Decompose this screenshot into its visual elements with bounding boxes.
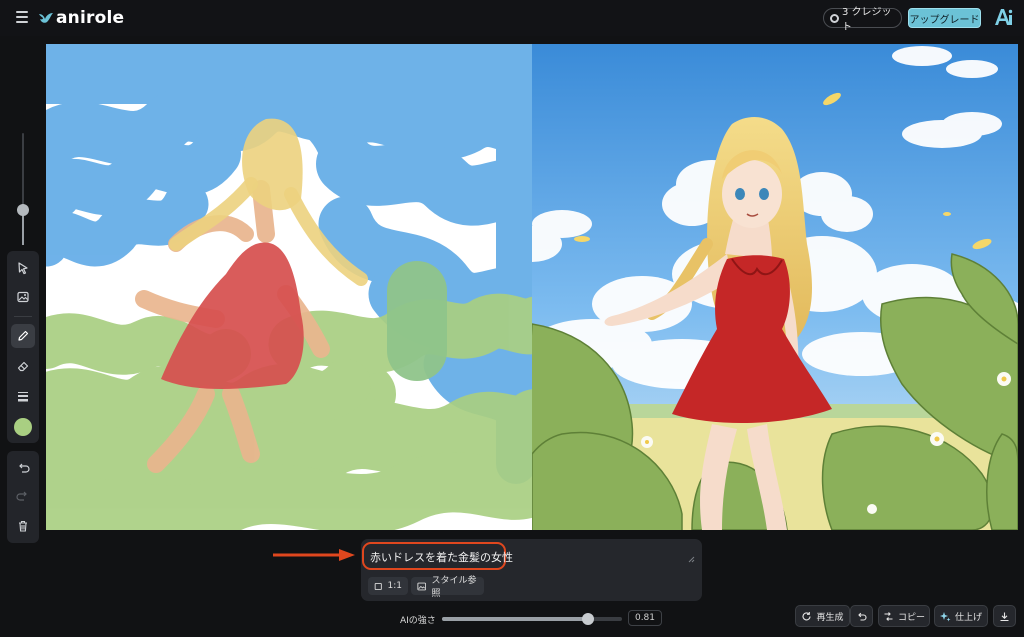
sketch-drawing (46, 44, 532, 530)
copy-button[interactable]: コピー (878, 605, 930, 627)
ai-strength-fill (442, 617, 588, 621)
generated-image[interactable] (532, 44, 1018, 530)
refresh-icon (803, 611, 812, 620)
aspect-ratio-label: 1:1 (387, 581, 402, 591)
bird-icon (39, 13, 53, 23)
brush-size-fill (22, 211, 24, 245)
trash-icon (19, 520, 27, 532)
arrow-annotation (273, 549, 355, 561)
delete-button[interactable] (11, 514, 35, 538)
upgrade-button[interactable]: アップグレード (908, 8, 981, 28)
brush-size-knob[interactable] (17, 204, 29, 216)
logo-text: anirole (56, 8, 125, 28)
image-icon (417, 582, 427, 590)
ai-strength-slider[interactable] (442, 613, 622, 625)
credit-coin-icon (830, 13, 839, 23)
aspect-ratio-button[interactable]: 1:1 (368, 577, 408, 595)
undo-button[interactable] (11, 456, 35, 480)
line-width-button[interactable] (11, 384, 35, 408)
sparkle-icon (939, 611, 951, 621)
app-logo[interactable]: anirole (38, 7, 124, 29)
finish-label: 仕上げ (954, 612, 982, 623)
cursor-icon (18, 262, 28, 275)
redo-button[interactable] (11, 484, 35, 508)
eraser-icon (17, 361, 29, 372)
tool-group (7, 251, 39, 443)
compare-icon (884, 611, 893, 621)
style-reference-label: スタイル参照 (431, 576, 477, 599)
history-group (7, 451, 39, 543)
ai-logo-icon[interactable] (993, 6, 1013, 28)
top-bar: anirole 3 クレジット アップグレード (0, 0, 1024, 36)
credits-label: 3 クレジット (841, 7, 892, 33)
pencil-icon (18, 330, 29, 341)
eraser-tool-button[interactable] (11, 354, 35, 378)
style-reference-button[interactable]: スタイル参照 (411, 576, 484, 599)
undo-icon (858, 612, 867, 621)
copy-label: コピー (897, 612, 925, 623)
generated-illustration (532, 44, 1018, 530)
pen-tool-button[interactable] (11, 324, 35, 348)
undo-generation-button[interactable] (850, 605, 873, 627)
brush-size-slider[interactable] (17, 133, 29, 245)
regenerate-button[interactable]: 再生成 (795, 605, 850, 627)
line-width-icon (18, 392, 28, 402)
undo-icon (19, 463, 30, 473)
select-tool-button[interactable] (11, 256, 35, 280)
toolbar-divider (14, 316, 32, 317)
finish-button[interactable]: 仕上げ (934, 605, 988, 627)
credits-badge[interactable]: 3 クレジット (823, 7, 902, 33)
sketch-canvas[interactable] (46, 44, 532, 530)
redo-icon (16, 491, 27, 501)
image-icon (17, 291, 29, 303)
regenerate-label: 再生成 (816, 612, 844, 623)
download-button[interactable] (993, 605, 1016, 627)
image-tool-button[interactable] (11, 285, 35, 309)
square-icon (374, 582, 382, 590)
download-icon (1000, 612, 1009, 621)
brush-color-swatch[interactable] (14, 418, 32, 436)
ai-strength-value[interactable]: 0.81 (628, 610, 662, 626)
ai-strength-knob[interactable] (581, 613, 594, 625)
hamburger-icon[interactable] (16, 11, 28, 23)
ai-strength-label: AIの強さ (400, 616, 436, 626)
prompt-input[interactable]: 赤いドレスを着た金髪の女性 (370, 549, 513, 565)
resize-grip-icon[interactable] (688, 556, 695, 563)
